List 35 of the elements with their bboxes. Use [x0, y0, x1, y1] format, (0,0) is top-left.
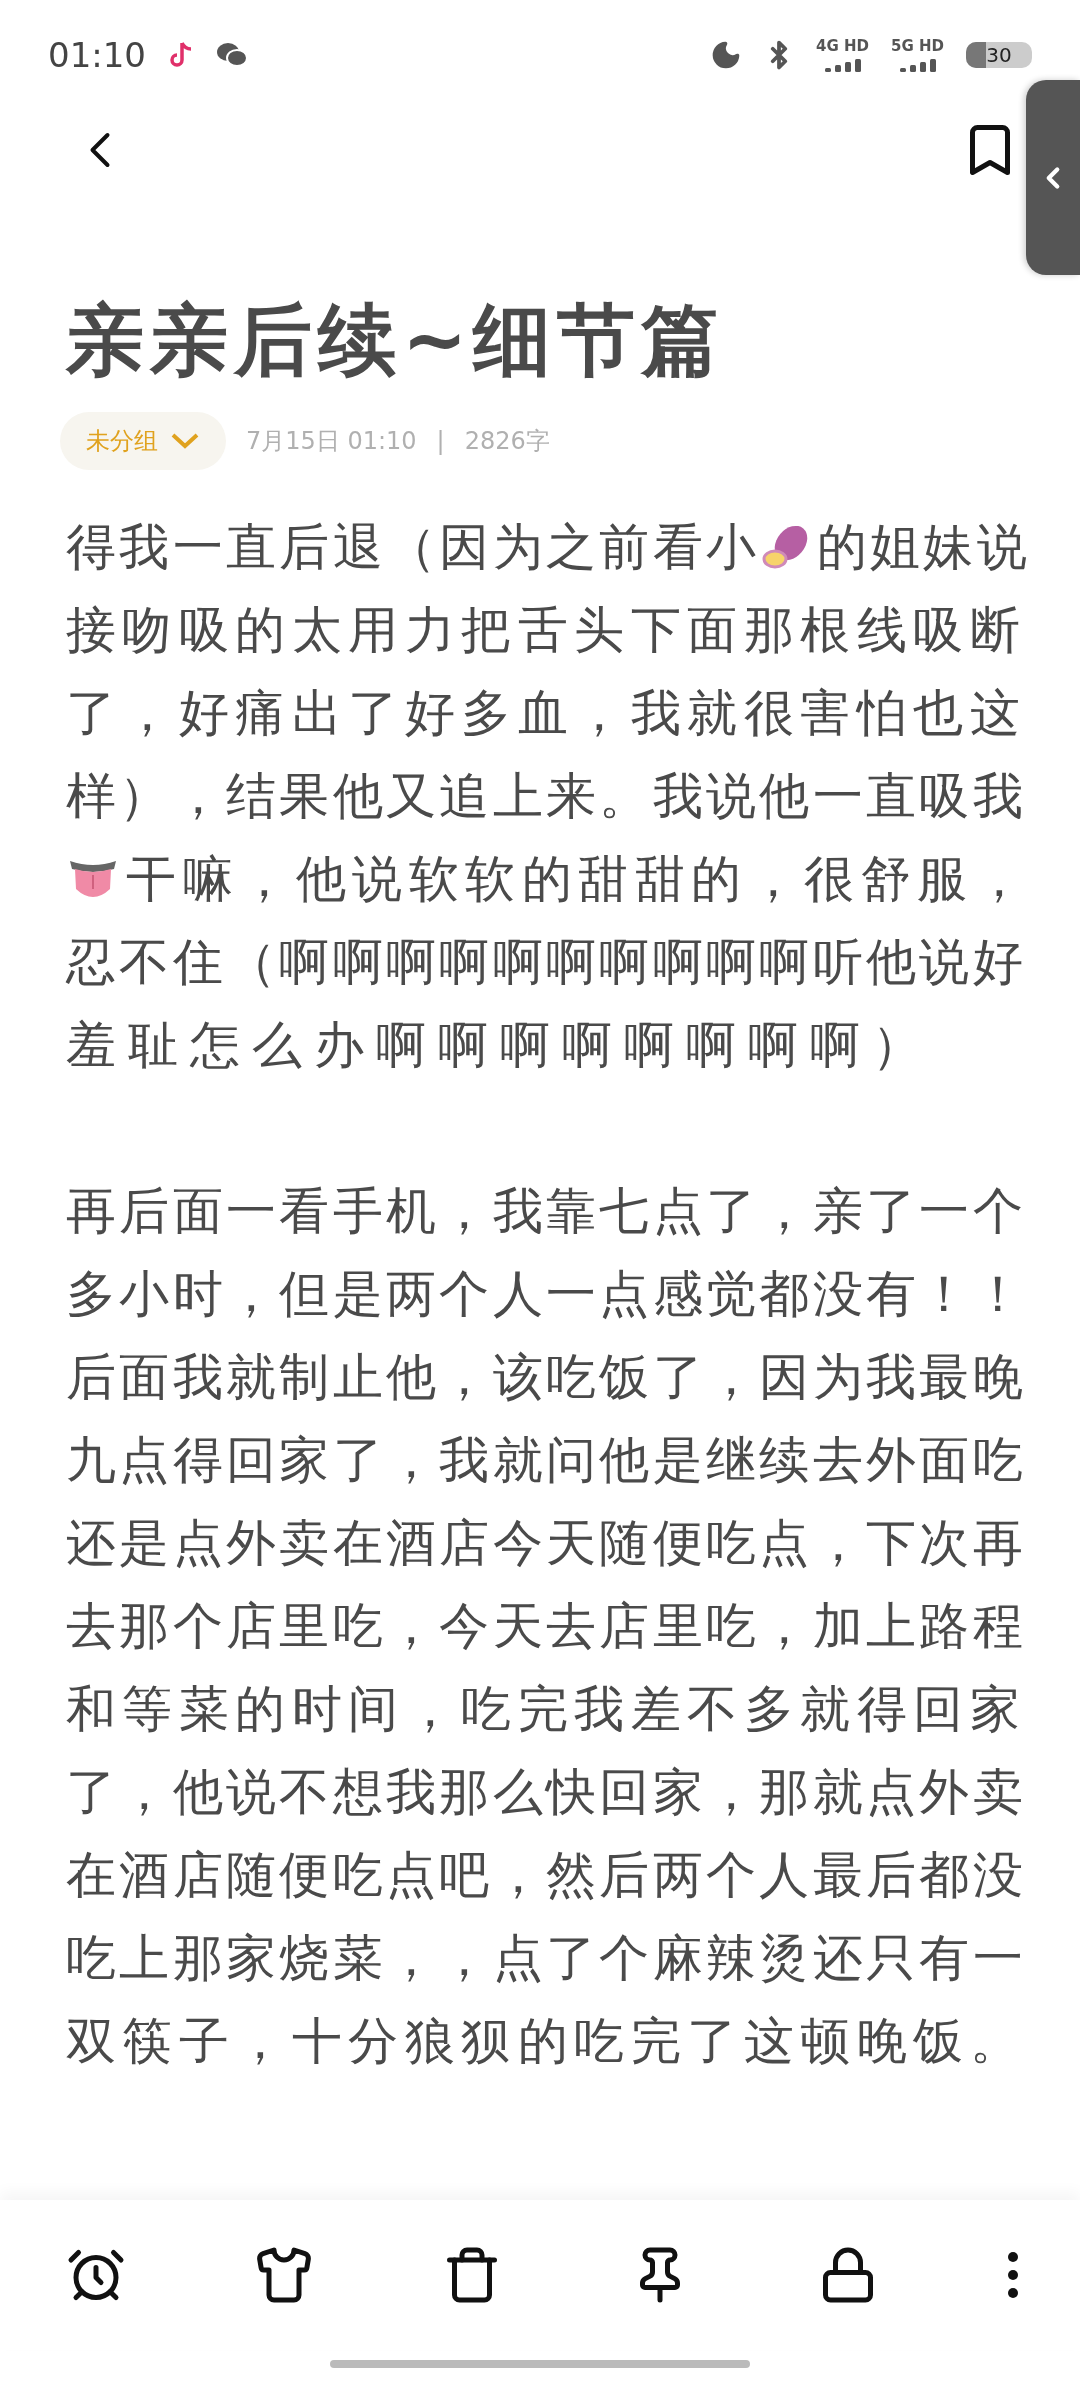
body-text: 去那个店里吃，今天去店里吃，加上路程	[66, 1596, 1026, 1657]
body-text: 九点得回家了，我就问他是继续去外面吃	[66, 1430, 1026, 1491]
status-time: 01:10	[48, 35, 146, 75]
body-text: 和等菜的时间，吃完我差不多就得回家	[66, 1679, 1026, 1740]
body-text: 在酒店随便吃点吧，然后两个人最后都没	[66, 1845, 1026, 1906]
note-title: 亲亲后续~细节篇	[66, 294, 727, 387]
body-text: 双筷子，十分狼狈的吃完了这顿晚饭。	[66, 2011, 1026, 2072]
body-text: 再后面一看手机，我靠七点了，亲了一个	[66, 1181, 1026, 1242]
body-text: 忍不住（啊啊啊啊啊啊啊啊啊啊听他说好	[66, 932, 1026, 993]
shirt-button[interactable]	[254, 2245, 314, 2305]
note-date: 7月15日 01:10	[246, 426, 417, 457]
body-text: 还是点外卖在酒店今天随便吃点，下次再	[66, 1513, 1026, 1574]
body-text: 多小时，但是两个人一点感觉都没有！！	[66, 1264, 1026, 1325]
body-text: 了，好痛出了好多血，我就很害怕也这	[66, 683, 1026, 744]
separator: |	[436, 427, 445, 455]
more-icon	[1006, 2250, 1020, 2300]
body-text: 得我一直后退（因为之前看小	[66, 517, 760, 578]
body-text: 样），结果他又追上来。我说他一直吸我	[66, 766, 1026, 827]
group-dropdown[interactable]: 未分组	[60, 412, 226, 470]
body-text: 后面我就制止他，该吃饭了，因为我最晚	[66, 1347, 1026, 1408]
body-text: 了，他说不想我那么快回家，那就点外卖	[66, 1762, 1026, 1823]
network-label: 4G HD	[816, 38, 869, 54]
side-panel-handle[interactable]	[1026, 80, 1080, 275]
body-text: 的姐妹说	[816, 517, 1030, 578]
word-count: 2826字	[464, 426, 550, 457]
body-text: 吃上那家烧菜，，点了个麻辣烫还只有一	[66, 1928, 1026, 1989]
more-options-button[interactable]	[1006, 2250, 1020, 2300]
battery-indicator: 30	[966, 42, 1032, 68]
body-text: 接吻吸的太用力把舌头下面那根线吸断	[66, 600, 1026, 661]
shirt-icon	[254, 2245, 314, 2305]
body-text: 羞耻怎么办啊啊啊啊啊啊啊啊）	[66, 1015, 934, 1076]
body-text: 干嘛，他说软软的甜甜的，很舒服，	[126, 849, 1030, 910]
chevron-down-icon	[170, 432, 200, 450]
music-note-icon	[168, 40, 194, 70]
network-label: 5G HD	[891, 38, 944, 54]
